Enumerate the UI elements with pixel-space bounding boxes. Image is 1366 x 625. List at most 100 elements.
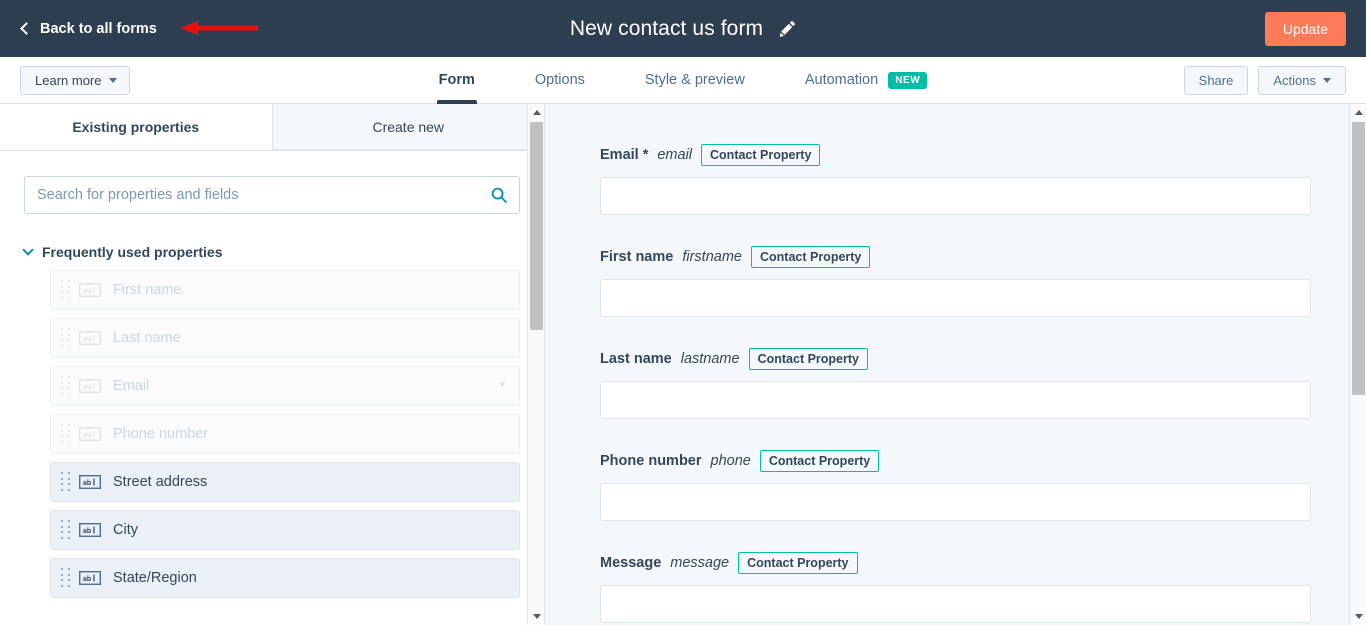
form-field-input[interactable] bbox=[600, 177, 1311, 215]
tab-create-new-label: Create new bbox=[372, 118, 445, 135]
frequently-used-properties-header[interactable]: Frequently used properties bbox=[0, 214, 544, 270]
property-item-label: Email bbox=[113, 378, 150, 394]
property-item: ab Phone number bbox=[50, 414, 520, 454]
actions-dropdown[interactable]: Actions bbox=[1258, 65, 1346, 95]
learn-more-dropdown[interactable]: Learn more bbox=[20, 65, 131, 95]
tab-form-label: Form bbox=[438, 72, 475, 88]
sidebar-scrollbar[interactable] bbox=[527, 104, 544, 625]
scroll-up-button[interactable] bbox=[528, 104, 544, 121]
form-field[interactable]: Phone number phone Contact Property bbox=[600, 450, 1311, 521]
drag-handle-icon bbox=[61, 376, 73, 396]
form-field-internal-name: message bbox=[670, 555, 730, 571]
form-field-header: Last name lastname Contact Property bbox=[600, 348, 1311, 370]
triangle-down-icon bbox=[532, 614, 541, 619]
chevron-down-icon bbox=[109, 77, 118, 83]
tab-style-preview[interactable]: Style & preview bbox=[615, 57, 775, 103]
tab-existing-properties-label: Existing properties bbox=[72, 118, 200, 135]
form-panel-scrollbar[interactable] bbox=[1349, 104, 1366, 625]
scrollbar-thumb[interactable] bbox=[1352, 122, 1365, 395]
svg-text:ab: ab bbox=[83, 384, 91, 391]
page-title: New contact us form bbox=[569, 16, 764, 40]
form-field-input[interactable] bbox=[600, 483, 1311, 521]
svg-text:ab: ab bbox=[83, 528, 91, 535]
form-field-internal-name: lastname bbox=[680, 351, 740, 367]
properties-sidebar: Existing properties Create new Frequentl… bbox=[0, 104, 545, 625]
scroll-up-button[interactable] bbox=[1350, 104, 1366, 121]
property-item[interactable]: ab Street address bbox=[50, 462, 520, 502]
property-item: ab Last name bbox=[50, 318, 520, 358]
form-field-header: Email * email Contact Property bbox=[600, 144, 1311, 166]
nav-right-buttons: Share Actions bbox=[1183, 65, 1346, 95]
share-button[interactable]: Share bbox=[1183, 65, 1249, 95]
tab-create-new[interactable]: Create new bbox=[271, 104, 544, 150]
tab-automation[interactable]: Automation NEW bbox=[775, 57, 958, 103]
property-item-label: Street address bbox=[113, 474, 208, 490]
contact-property-badge: Contact Property bbox=[759, 450, 880, 472]
single-line-text-icon: ab bbox=[79, 283, 101, 297]
triangle-up-icon bbox=[1354, 110, 1363, 115]
svg-text:ab: ab bbox=[83, 480, 91, 487]
svg-text:ab: ab bbox=[83, 336, 91, 343]
form-field-input[interactable] bbox=[600, 279, 1311, 317]
contact-property-badge: Contact Property bbox=[738, 552, 858, 574]
form-field-header: First name firstname Contact Property bbox=[600, 246, 1311, 268]
form-field-label: First name bbox=[600, 249, 674, 265]
form-title-group: New contact us form bbox=[0, 17, 1366, 41]
drag-handle-icon[interactable] bbox=[61, 568, 73, 588]
scroll-down-button[interactable] bbox=[1350, 608, 1366, 625]
new-badge: NEW bbox=[888, 71, 928, 89]
sidebar-tabs: Existing properties Create new bbox=[0, 104, 544, 151]
tab-options-label: Options bbox=[534, 72, 585, 88]
tab-options[interactable]: Options bbox=[505, 57, 615, 103]
property-item-label: Phone number bbox=[113, 426, 209, 442]
form-field[interactable]: Last name lastname Contact Property bbox=[600, 348, 1311, 419]
single-line-text-icon: ab bbox=[79, 523, 101, 537]
form-field-label: Last name bbox=[600, 351, 672, 367]
drag-handle-icon bbox=[61, 424, 73, 444]
pencil-icon[interactable] bbox=[779, 20, 796, 37]
property-item-label: City bbox=[113, 522, 138, 538]
form-field-label: Email * bbox=[600, 147, 649, 163]
property-item: ab Email * bbox=[50, 366, 520, 406]
single-line-text-icon: ab bbox=[79, 427, 101, 441]
form-field[interactable]: First name firstname Contact Property bbox=[600, 246, 1311, 317]
scrollbar-thumb[interactable] bbox=[530, 122, 543, 330]
single-line-text-icon: ab bbox=[79, 475, 101, 489]
contact-property-badge: Contact Property bbox=[748, 348, 868, 370]
tab-style-preview-label: Style & preview bbox=[644, 72, 745, 88]
property-item-label: State/Region bbox=[113, 570, 197, 586]
form-field[interactable]: Email * email Contact Property bbox=[600, 144, 1311, 215]
share-label: Share bbox=[1198, 72, 1234, 88]
form-preview-panel: Email * email Contact Property First name fi… bbox=[545, 104, 1366, 625]
tab-existing-properties[interactable]: Existing properties bbox=[0, 104, 272, 150]
property-item-label: Last name bbox=[113, 330, 181, 346]
scroll-down-button[interactable] bbox=[528, 608, 544, 625]
nav-bar: Learn more Form Options Style & preview … bbox=[0, 57, 1366, 104]
search-box[interactable] bbox=[24, 176, 520, 214]
form-field-label: Message bbox=[600, 555, 662, 571]
property-item[interactable]: ab City bbox=[50, 510, 520, 550]
form-field[interactable]: Message message Contact Property bbox=[600, 552, 1311, 623]
update-button[interactable]: Update bbox=[1264, 11, 1346, 46]
top-bar: Back to all forms New contact us form Up… bbox=[0, 0, 1366, 57]
drag-handle-icon[interactable] bbox=[61, 520, 73, 540]
chevron-down-icon bbox=[22, 244, 34, 256]
property-list: ab First name ab Last name ab Email * ab Phone n… bbox=[0, 270, 544, 598]
form-field-header: Message message Contact Property bbox=[600, 552, 1311, 574]
form-canvas: Email * email Contact Property First name fi… bbox=[545, 104, 1366, 623]
svg-text:ab: ab bbox=[83, 432, 91, 439]
svg-text:ab: ab bbox=[83, 288, 91, 295]
tab-form[interactable]: Form bbox=[409, 57, 505, 104]
drag-handle-icon bbox=[61, 328, 73, 348]
actions-label: Actions bbox=[1273, 72, 1316, 88]
chevron-down-icon bbox=[1323, 77, 1331, 83]
drag-handle-icon[interactable] bbox=[61, 472, 73, 492]
property-item[interactable]: ab State/Region bbox=[50, 558, 520, 598]
form-field-input[interactable] bbox=[600, 585, 1311, 623]
triangle-up-icon bbox=[532, 110, 541, 115]
form-field-input[interactable] bbox=[600, 381, 1311, 419]
form-field-internal-name: phone bbox=[710, 453, 751, 469]
learn-more-label: Learn more bbox=[35, 72, 102, 88]
search-input[interactable] bbox=[25, 187, 519, 203]
search-icon[interactable] bbox=[491, 187, 507, 203]
